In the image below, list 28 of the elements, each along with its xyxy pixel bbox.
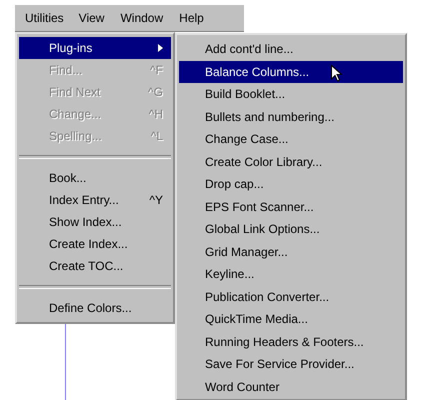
submenu-item[interactable]: Add cont'd line... (179, 38, 403, 60)
submenu-item[interactable]: Publication Converter... (179, 286, 403, 308)
menu-bar-item[interactable]: Help (172, 7, 211, 29)
menu-item[interactable]: Define Colors... (19, 297, 171, 319)
menu-item[interactable]: Index Entry... ^Y (19, 189, 171, 211)
submenu-item[interactable]: Bullets and numbering... (179, 106, 403, 128)
submenu-item[interactable]: Grid Manager... (179, 240, 403, 263)
submenu-item[interactable]: Create Color Library... (179, 150, 403, 173)
submenu-item[interactable]: Drop cap... (179, 173, 403, 196)
menu-item[interactable]: Create TOC... (19, 255, 171, 277)
submenu-item[interactable]: Save For Service Provider... (179, 353, 403, 376)
menu-item[interactable]: Book... (19, 167, 171, 189)
menu-bar-item[interactable]: Window (113, 7, 170, 29)
submenu-item[interactable]: QuickTime Media... (179, 308, 403, 330)
submenu-item[interactable]: EPS Font Scanner... (179, 196, 403, 218)
menu-bar-item[interactable]: Utilities (19, 8, 70, 28)
menu-item[interactable]: Show Index... (19, 211, 171, 233)
mouse-pointer-icon (331, 64, 342, 82)
menu-item[interactable]: Plug-ins (19, 37, 171, 59)
submenu-item[interactable]: Global Link Options... (179, 218, 403, 240)
submenu-item[interactable]: Change Case... (179, 128, 403, 150)
submenu-item[interactable]: Word Counter (179, 376, 403, 398)
submenu-item[interactable]: Keyline... (179, 263, 403, 286)
menu-item[interactable]: Create Index... (19, 233, 171, 255)
submenu-item[interactable]: Running Headers & Footers... (179, 330, 403, 353)
submenu-item[interactable]: Balance Columns... (179, 60, 403, 83)
submenu-item[interactable]: Build Booklet... (179, 83, 403, 106)
menu-bar-item[interactable]: View (72, 7, 112, 29)
